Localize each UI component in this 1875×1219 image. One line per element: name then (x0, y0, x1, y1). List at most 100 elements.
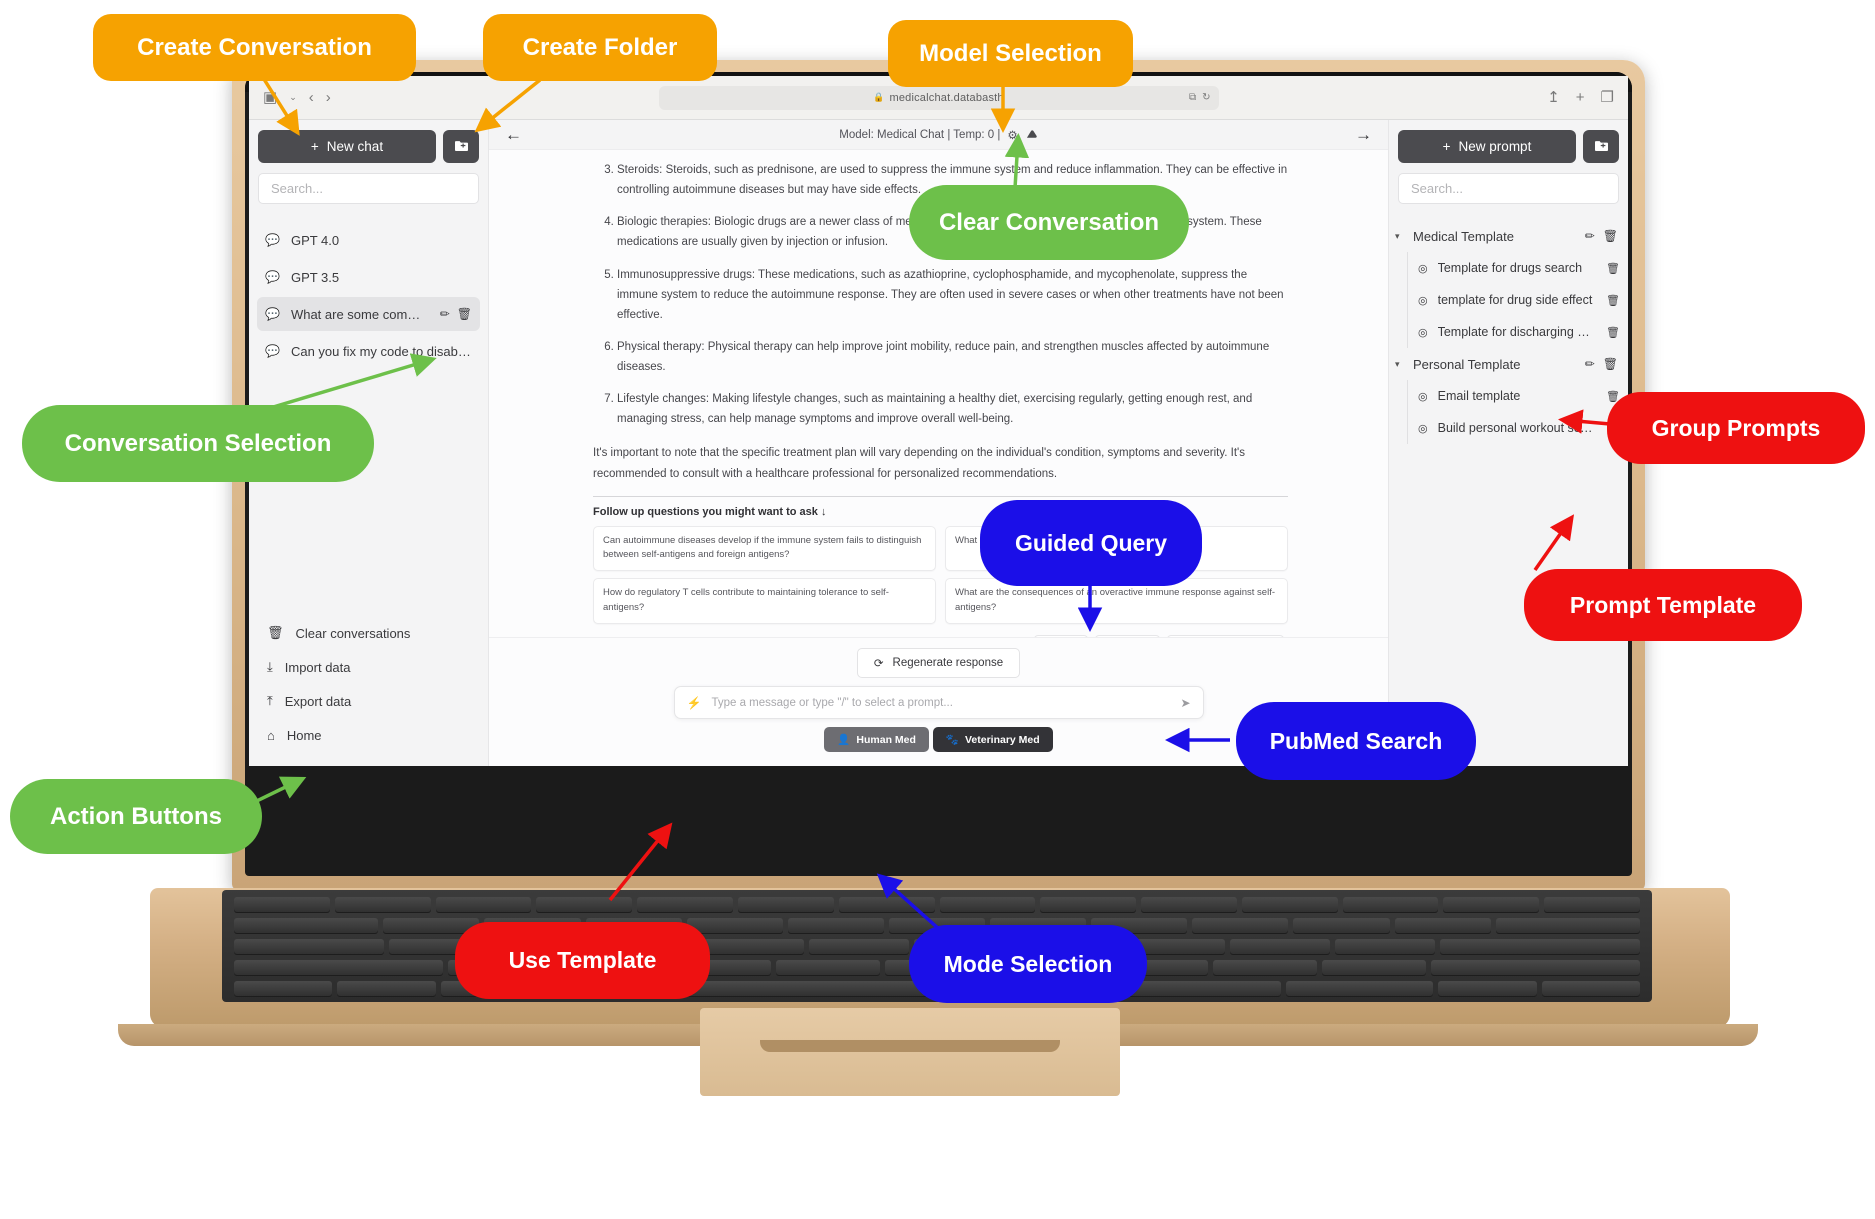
conversation-label: GPT 4.0 (290, 232, 340, 248)
annotation-action-buttons: Action Buttons (10, 779, 262, 854)
next-message-button[interactable]: → (1355, 125, 1372, 145)
mode-veterinary-med-button[interactable]: 🐾 Veterinary Med (932, 727, 1053, 752)
conversation-item-2-selected[interactable]: 💬 What are some common trea... ✏ 🗑 (257, 297, 480, 331)
followup-question-0[interactable]: Can autoimmune diseases develop if the i… (593, 525, 936, 572)
prompt-item-discharging-patient[interactable]: ◎ Template for discharging pati... 🗑 (1407, 316, 1628, 348)
regenerate-response-button[interactable]: ⟳ Regenerate response (856, 648, 1021, 678)
browser-nav-controls: ▣ ⌄ ‹ › (263, 90, 463, 105)
mode-human-med-button[interactable]: 👤 Human Med (824, 727, 929, 752)
trash-icon[interactable]: 🗑 (457, 307, 472, 321)
section-divider (593, 495, 1288, 497)
action-label: Import data (284, 659, 351, 675)
eraser-icon[interactable] (1025, 129, 1038, 140)
create-prompt-folder-button[interactable] (1583, 130, 1619, 163)
like-button[interactable]: 👍 Like (1034, 634, 1089, 637)
sidebar-toggle-icon[interactable]: ▣ (263, 90, 277, 105)
action-label: Export data (284, 693, 352, 709)
home-button[interactable]: ⌂ Home (257, 718, 480, 752)
group-actions: ✏ 🗑 (1585, 357, 1618, 371)
bolt-icon[interactable]: ⚡ (687, 696, 702, 710)
prompt-group-medical-template[interactable]: ▾ Medical Template ✏ 🗑 (1389, 220, 1628, 252)
share-icon[interactable]: ↥ (1547, 90, 1560, 105)
caret-down-icon[interactable]: ▾ (1395, 231, 1405, 242)
trash-icon[interactable]: 🗑 (1603, 357, 1618, 371)
trash-icon: 🗑 (267, 625, 284, 640)
annotation-prompt-template: Prompt Template (1524, 569, 1802, 641)
caret-down-icon[interactable]: ▾ (1395, 359, 1405, 370)
browser-window: ▣ ⌄ ‹ › 🔒 medicalchat.databasth ⧉ ↻ ↥ + (249, 76, 1628, 766)
previous-message-button[interactable]: ← (505, 125, 522, 145)
chat-bubble-icon: 💬 (265, 344, 280, 358)
feedback-row: 👍 Like 👎 Dislike 📕 PubMed Library ⌄ (593, 634, 1288, 637)
conversation-search-input[interactable]: Search... (258, 173, 479, 204)
pencil-icon[interactable]: ✏ (1585, 357, 1595, 371)
gear-icon[interactable]: ⚙ (1007, 128, 1017, 142)
target-icon: ◎ (1418, 294, 1428, 307)
new-prompt-button[interactable]: + New prompt (1398, 130, 1576, 163)
pubmed-library-dropdown[interactable]: 📕 PubMed Library ⌄ (1167, 634, 1284, 637)
create-folder-button[interactable] (443, 130, 479, 163)
screenshot-stage: ▣ ⌄ ‹ › 🔒 medicalchat.databasth ⧉ ↻ ↥ + (0, 0, 1875, 1219)
prompt-group-personal-template[interactable]: ▾ Personal Template ✏ 🗑 (1389, 348, 1628, 380)
trash-icon[interactable]: 🗑 (1606, 262, 1620, 275)
group-actions: ✏ 🗑 (1585, 229, 1618, 243)
export-data-button[interactable]: ⤒ Export data (257, 684, 480, 718)
address-bar-actions: ⧉ ↻ (1189, 92, 1211, 103)
pencil-icon[interactable]: ✏ (1585, 229, 1595, 243)
prompt-label: Template for drugs search (1437, 261, 1583, 275)
chat-bubble-icon: 💬 (265, 270, 280, 284)
message-input[interactable]: Type a message or type "/" to select a p… (711, 697, 1170, 709)
extension-icon[interactable]: ⧉ (1189, 92, 1196, 103)
conversation-search-placeholder: Search... (271, 181, 324, 196)
trash-icon[interactable]: 🗑 (1603, 229, 1618, 243)
new-folder-icon (1594, 141, 1608, 151)
annotation-label: Use Template (508, 947, 657, 974)
forward-icon[interactable]: › (326, 90, 331, 105)
send-icon[interactable]: ➤ (1180, 696, 1190, 710)
pencil-icon[interactable]: ✏ (440, 307, 450, 321)
address-bar[interactable]: 🔒 medicalchat.databasth ⧉ ↻ (658, 85, 1219, 110)
annotation-label: Model Selection (919, 39, 1102, 67)
followup-question-2[interactable]: How do regulatory T cells contribute to … (593, 578, 936, 624)
conversation-item-3[interactable]: 💬 Can you fix my code to disable... (257, 334, 480, 368)
conversation-item-1[interactable]: 💬 GPT 3.5 (257, 260, 480, 294)
annotation-label: Clear Conversation (938, 208, 1160, 236)
annotation-group-prompts: Group Prompts (1607, 392, 1865, 464)
model-info-bar: Model: Medical Chat | Temp: 0 | ⚙ (489, 128, 1388, 142)
prompts-sidebar: + New prompt Search... ▾ Medical Templat… (1388, 120, 1628, 766)
annotation-label: Create Conversation (137, 33, 372, 61)
group-label: Personal Template (1413, 356, 1521, 372)
prompt-item-drug-side-effect[interactable]: ◎ template for drug side effect 🗑 (1407, 284, 1628, 316)
trash-icon[interactable]: 🗑 (1606, 326, 1620, 339)
sidebar-top-actions: + New chat (249, 120, 488, 169)
new-tab-icon[interactable]: + (1576, 90, 1585, 105)
new-chat-button[interactable]: + New chat (258, 130, 436, 163)
back-icon[interactable]: ‹ (309, 90, 314, 105)
reload-icon[interactable]: ↻ (1202, 92, 1210, 103)
annotation-label: Conversation Selection (64, 429, 332, 457)
action-label: Clear conversations (295, 625, 411, 641)
annotation-clear-conversation: Clear Conversation (909, 185, 1189, 260)
model-info-text: Model: Medical Chat | Temp: 0 | (839, 128, 1001, 141)
prompt-item-email-template[interactable]: ◎ Email template 🗑 (1407, 380, 1628, 412)
tabs-overview-icon[interactable]: ❐ (1601, 90, 1614, 105)
import-data-button[interactable]: ⤓ Import data (257, 650, 480, 684)
message-input-row[interactable]: ⚡ Type a message or type "/" to select a… (673, 686, 1204, 719)
annotation-label: Group Prompts (1651, 414, 1821, 441)
refresh-icon: ⟳ (873, 658, 884, 670)
mode-selector: 👤 Human Med 🐾 Veterinary Med (824, 727, 1053, 752)
conversation-label: Can you fix my code to disable... (290, 343, 472, 359)
target-icon: ◎ (1418, 262, 1428, 275)
new-folder-icon (454, 141, 468, 151)
sidebar-bottom-actions: 🗑 Clear conversations ⤓ Import data ⤒ Ex… (249, 610, 488, 766)
prompt-search-input[interactable]: Search... (1398, 173, 1619, 204)
target-icon: ◎ (1418, 422, 1428, 435)
trash-icon[interactable]: 🗑 (1606, 294, 1620, 307)
chevron-down-icon[interactable]: ⌄ (289, 93, 297, 102)
prompt-item-workout-schedule[interactable]: ◎ Build personal workout sched... 🗑 (1407, 412, 1628, 444)
conversation-item-0[interactable]: 💬 GPT 4.0 (257, 223, 480, 257)
browser-window-actions: ↥ + ❐ (1414, 90, 1614, 105)
dislike-button[interactable]: 👎 Dislike (1095, 634, 1161, 637)
clear-conversations-button[interactable]: 🗑 Clear conversations (257, 616, 480, 650)
prompt-item-drugs-search[interactable]: ◎ Template for drugs search 🗑 (1407, 252, 1628, 284)
